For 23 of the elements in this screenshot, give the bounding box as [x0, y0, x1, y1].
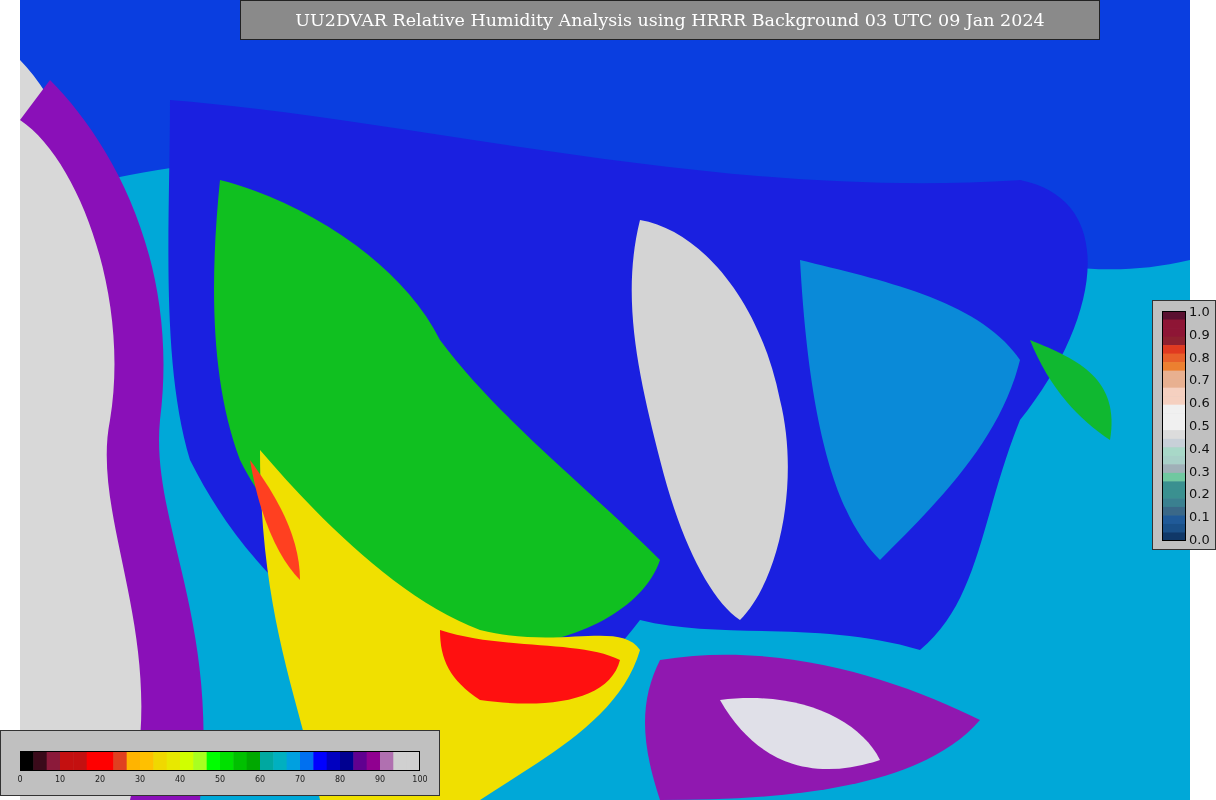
tick-label: 0.9 — [1189, 327, 1210, 342]
tick-label: 20 — [94, 775, 106, 784]
tick-label: 0.1 — [1189, 510, 1210, 525]
tick-label: 30 — [134, 775, 146, 784]
tick-label: 0.6 — [1189, 396, 1210, 411]
tick-label: 90 — [374, 775, 386, 784]
tick-label: 0.5 — [1189, 419, 1210, 433]
tick-label: 0.0 — [1189, 532, 1210, 547]
tick-label: 70 — [294, 775, 306, 784]
tick-label: 0.2 — [1189, 487, 1210, 502]
chart-title: UU2DVAR Relative Humidity Analysis using HRRR Background 03 UTC 09 Jan 2024 — [240, 0, 1100, 40]
tick-label: 100 — [412, 775, 428, 784]
tick-label: 50 — [214, 775, 226, 784]
tick-label: 0.4 — [1189, 441, 1210, 456]
tick-label: 1.0 — [1189, 305, 1210, 319]
tick-label: 0.7 — [1189, 373, 1210, 388]
tick-label: 0.3 — [1189, 464, 1210, 479]
tick-label: 0 — [17, 775, 23, 784]
tick-label: 80 — [334, 775, 346, 784]
tick-label: 40 — [174, 775, 186, 784]
tick-label: 0.8 — [1189, 350, 1210, 365]
tick-label: 60 — [254, 775, 266, 784]
tick-label: 10 — [54, 775, 66, 784]
